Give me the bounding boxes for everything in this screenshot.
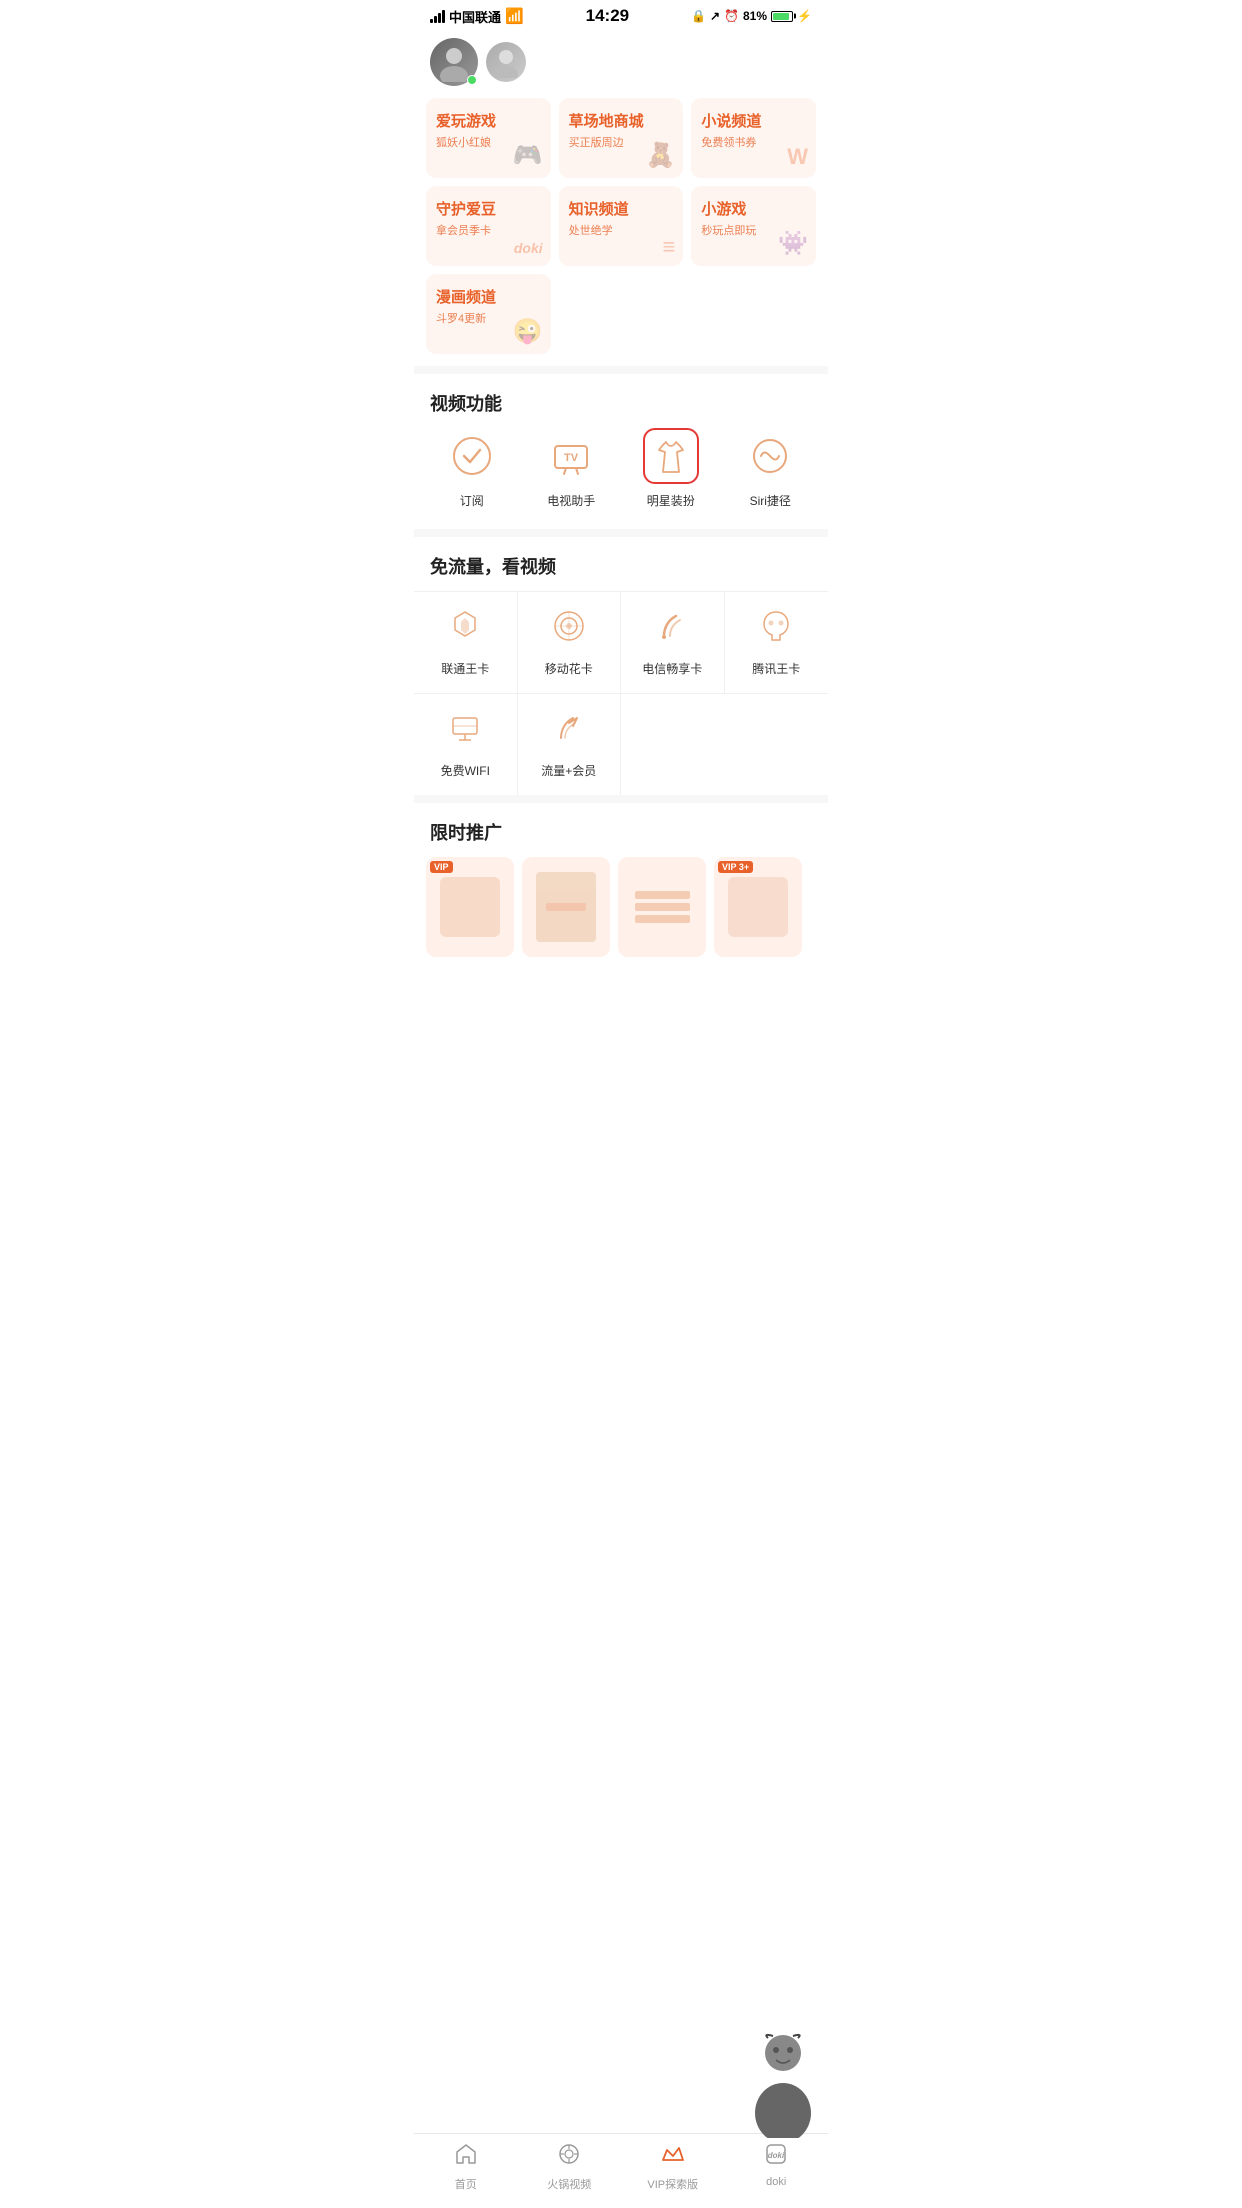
siri-label: Siri捷径 — [750, 492, 791, 509]
nav-vip-label: VIP探索版 — [647, 2176, 698, 2192]
card-knowledge[interactable]: 知识频道 处世绝学 ≡ — [559, 186, 684, 266]
vip-nav-icon — [659, 2142, 687, 2172]
mobile-icon — [551, 608, 587, 652]
feature-tv[interactable]: TV 电视助手 — [522, 428, 622, 509]
user-avatar[interactable] — [430, 38, 478, 86]
promo-card-3[interactable] — [618, 857, 706, 957]
signal-icon — [430, 10, 445, 23]
location-icon: ↗ — [710, 9, 720, 23]
second-avatar[interactable] — [486, 42, 526, 82]
card-minigame[interactable]: 小游戏 秒玩点即玩 👾 — [691, 186, 816, 266]
nav-doki-label: doki — [766, 2176, 786, 2188]
svg-text:TV: TV — [564, 452, 579, 464]
nav-home[interactable]: 首页 — [414, 2142, 518, 2192]
tencent-icon — [758, 608, 794, 652]
svg-text:doki: doki — [768, 2151, 785, 2160]
nav-home-label: 首页 — [455, 2176, 477, 2192]
card-novel[interactable]: 小说频道 免费领书券 W — [691, 98, 816, 178]
carrier-label: 中国联通 — [449, 7, 501, 26]
divider1 — [414, 366, 828, 374]
battery-percent: 81% — [743, 9, 767, 23]
traffic-mobile[interactable]: 移动花卡 — [518, 592, 622, 694]
alarm-icon: ⏰ — [724, 9, 739, 23]
feature-subscribe[interactable]: 订阅 — [422, 428, 522, 509]
nav-hotpot[interactable]: 火锅视频 — [518, 2142, 622, 2192]
traffic-grid-row1: 联通王卡 移动花卡 — [414, 591, 828, 694]
traffic-wifi[interactable]: 免费WIFI — [414, 694, 518, 795]
card-gaming[interactable]: 爱玩游戏 狐妖小红娘 🎮 — [426, 98, 551, 178]
card-manga[interactable]: 漫画频道 斗罗4更新 😜 — [426, 274, 551, 354]
divider3 — [414, 795, 828, 803]
flow-icon — [551, 710, 587, 754]
promo-cards-row: VIP VIP 3+ — [414, 857, 828, 977]
doki-nav-icon: doki — [764, 2142, 788, 2172]
book-icon: W — [787, 144, 808, 170]
feature-cards-grid: 爱玩游戏 狐妖小红娘 🎮 草场地商城 买正版周边 🧸 小说频道 免费领书券 W … — [414, 98, 828, 366]
traffic-telecom[interactable]: 电信畅享卡 — [621, 592, 725, 694]
traffic-grid-row2: 免费WIFI 流量+会员 — [414, 694, 828, 795]
feature-dress[interactable]: 明星装扮 — [621, 428, 721, 509]
tv-label: 电视助手 — [547, 492, 595, 509]
manga-icon: 😜 — [513, 317, 543, 346]
promo-section-title: 限时推广 — [414, 803, 828, 857]
telecom-icon — [654, 608, 690, 652]
online-indicator — [467, 75, 477, 85]
flow-label: 流量+会员 — [541, 762, 596, 779]
status-right: 🔒 ↗ ⏰ 81% ⚡ — [691, 9, 812, 23]
bottom-nav: 首页 火锅视频 VIP探索版 doki — [414, 2133, 828, 2208]
nav-hotpot-label: 火锅视频 — [547, 2176, 591, 2192]
list-icon: ≡ — [662, 236, 675, 258]
home-icon — [454, 2142, 478, 2172]
card-idol[interactable]: 守护爱豆 拿会员季卡 doki — [426, 186, 551, 266]
video-features-section: 视频功能 订阅 TV — [414, 374, 828, 529]
dress-icon-wrap — [643, 428, 699, 484]
nav-doki[interactable]: doki doki — [725, 2142, 829, 2192]
dress-label: 明星装扮 — [647, 492, 695, 509]
wifi-free-icon — [447, 710, 483, 754]
features-row: 订阅 TV 电视助手 — [414, 428, 828, 529]
video-section-title: 视频功能 — [414, 374, 828, 428]
feature-siri[interactable]: Siri捷径 — [721, 428, 821, 509]
traffic-section: 免流量，看视频 联通王卡 — [414, 537, 828, 795]
unicom-icon — [447, 608, 483, 652]
doki-icon: doki — [514, 240, 543, 256]
lock-icon: 🔒 — [691, 9, 706, 23]
vip-badge-4: VIP 3+ — [718, 861, 753, 873]
status-time: 14:29 — [586, 6, 629, 26]
wifi-label: 免费WIFI — [441, 762, 490, 779]
battery-icon — [771, 11, 793, 22]
tv-icon-wrap: TV — [543, 428, 599, 484]
subscribe-icon-wrap — [444, 428, 500, 484]
traffic-unicom[interactable]: 联通王卡 — [414, 592, 518, 694]
telecom-label: 电信畅享卡 — [642, 660, 702, 677]
status-left: 中国联通 📶 — [430, 7, 524, 26]
unicom-label: 联通王卡 — [441, 660, 489, 677]
promo-section: 限时推广 VIP VIP 3+ — [414, 803, 828, 977]
traffic-flow[interactable]: 流量+会员 — [518, 694, 622, 795]
promo-card-4[interactable]: VIP 3+ — [714, 857, 802, 957]
nav-vip[interactable]: VIP探索版 — [621, 2142, 725, 2192]
charging-icon: ⚡ — [797, 9, 812, 23]
traffic-tencent[interactable]: 腾讯王卡 — [725, 592, 829, 694]
promo-card-1[interactable]: VIP — [426, 857, 514, 957]
gamepad-icon: 🎮 — [513, 141, 543, 170]
person-overlay — [748, 2028, 828, 2148]
card-shop[interactable]: 草场地商城 买正版周边 🧸 — [559, 98, 684, 178]
wifi-icon: 📶 — [505, 7, 524, 25]
subscribe-label: 订阅 — [460, 492, 484, 509]
traffic-section-title: 免流量，看视频 — [414, 537, 828, 591]
divider2 — [414, 529, 828, 537]
shop-icon: 🧸 — [645, 141, 675, 170]
hotpot-icon — [557, 2142, 581, 2172]
status-bar: 中国联通 📶 14:29 🔒 ↗ ⏰ 81% ⚡ — [414, 0, 828, 30]
header-area — [414, 30, 828, 98]
vip-badge-1: VIP — [430, 861, 453, 873]
mobile-label: 移动花卡 — [545, 660, 593, 677]
tencent-label: 腾讯王卡 — [752, 660, 800, 677]
siri-icon-wrap — [742, 428, 798, 484]
ghost-icon: 👾 — [778, 229, 808, 258]
promo-card-2[interactable] — [522, 857, 610, 957]
